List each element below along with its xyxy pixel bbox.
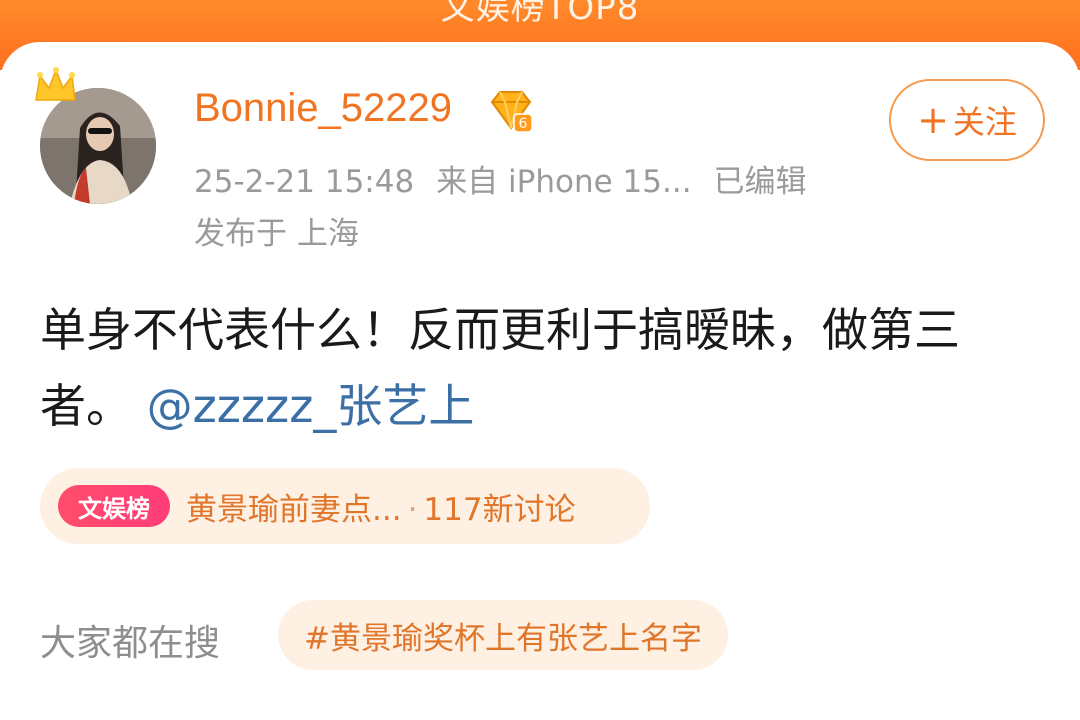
topic-text: 黄景瑜前妻点... · 117新讨论 (186, 484, 576, 529)
vip-crown-badge-icon[interactable]: 6 (488, 88, 534, 134)
mention-link[interactable]: @zzzzz_张艺上 (147, 379, 475, 433)
banner-title: 文娱榜TOP8 (440, 0, 640, 28)
post-timestamp: 25-2-21 15:48 (194, 164, 415, 200)
trending-topic-pill[interactable]: 文娱榜 黄景瑜前妻点... · 117新讨论 (40, 468, 650, 544)
post-body: 单身不代表什么！反而更利于搞暧昧，做第三者。 @zzzzz_张艺上 (40, 292, 1030, 444)
post-meta: 25-2-21 15:48 来自 iPhone 15... 已编辑 (194, 156, 829, 201)
entertainment-rank-tag: 文娱榜 (58, 485, 170, 527)
topic-discussion-count: 117新讨论 (423, 491, 576, 528)
edited-label[interactable]: 已编辑 (714, 164, 807, 200)
username[interactable]: Bonnie_52229 (194, 86, 452, 131)
post-source[interactable]: 来自 iPhone 15... (436, 164, 691, 200)
vip-level: 6 (519, 116, 528, 132)
post-location: 发布于 上海 (194, 216, 359, 252)
follow-button[interactable]: + 关注 (889, 79, 1045, 161)
topic-title: 黄景瑜前妻点... (186, 491, 402, 528)
everyone-searching-label: 大家都在搜 (40, 623, 221, 664)
crown-icon (35, 67, 76, 101)
user-avatar[interactable] (35, 67, 156, 204)
follow-label: 关注 (952, 103, 1017, 141)
topic-separator: · (407, 491, 418, 528)
hot-search-hashtag[interactable]: #黄景瑜奖杯上有张艺上名字 (278, 600, 728, 670)
plus-icon: + (917, 98, 949, 142)
